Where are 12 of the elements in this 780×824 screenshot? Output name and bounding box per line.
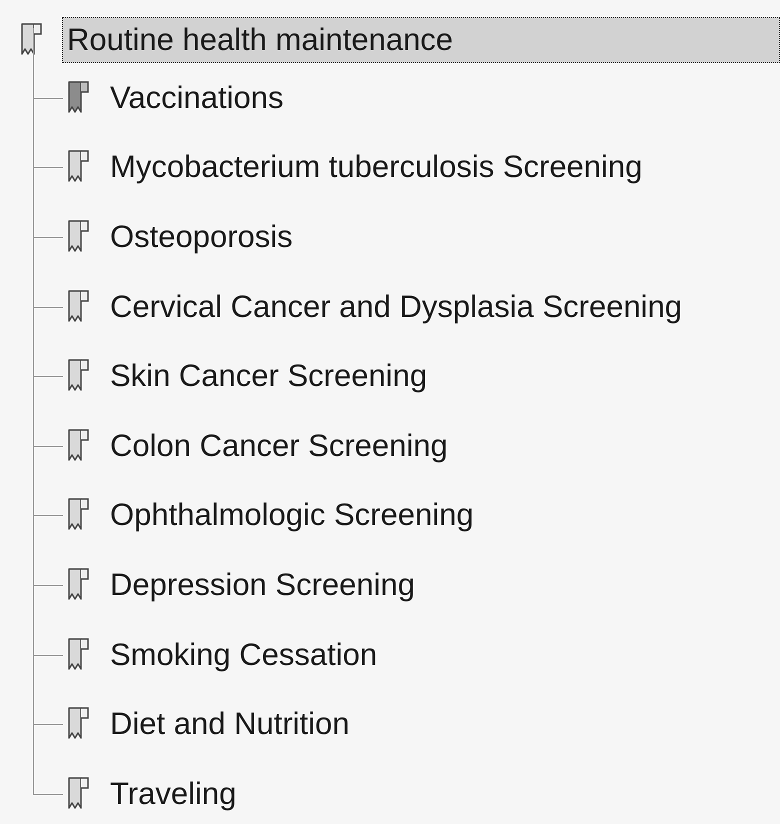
bookmark-label[interactable]: Traveling bbox=[105, 770, 242, 817]
bookmark-label[interactable]: Colon Cancer Screening bbox=[105, 422, 453, 469]
bookmark-label[interactable]: Smoking Cessation bbox=[105, 632, 382, 678]
bookmark-label[interactable]: Diet and Nutrition bbox=[105, 701, 355, 748]
bookmark-label[interactable]: Osteoporosis bbox=[105, 214, 298, 260]
bookmark-label[interactable]: Routine health maintenance bbox=[62, 17, 780, 63]
bookmark-label[interactable]: Cervical Cancer and Dysplasia Screening bbox=[105, 284, 688, 330]
bookmark-label[interactable]: Vaccinations bbox=[105, 74, 288, 121]
bookmark-label[interactable]: Mycobacterium tuberculosis Screening bbox=[105, 144, 648, 190]
bookmark-label[interactable]: Depression Screening bbox=[105, 562, 420, 608]
bookmark-label[interactable]: Ophthalmologic Screening bbox=[105, 492, 479, 538]
bookmark-label[interactable]: Skin Cancer Screening bbox=[105, 353, 432, 400]
